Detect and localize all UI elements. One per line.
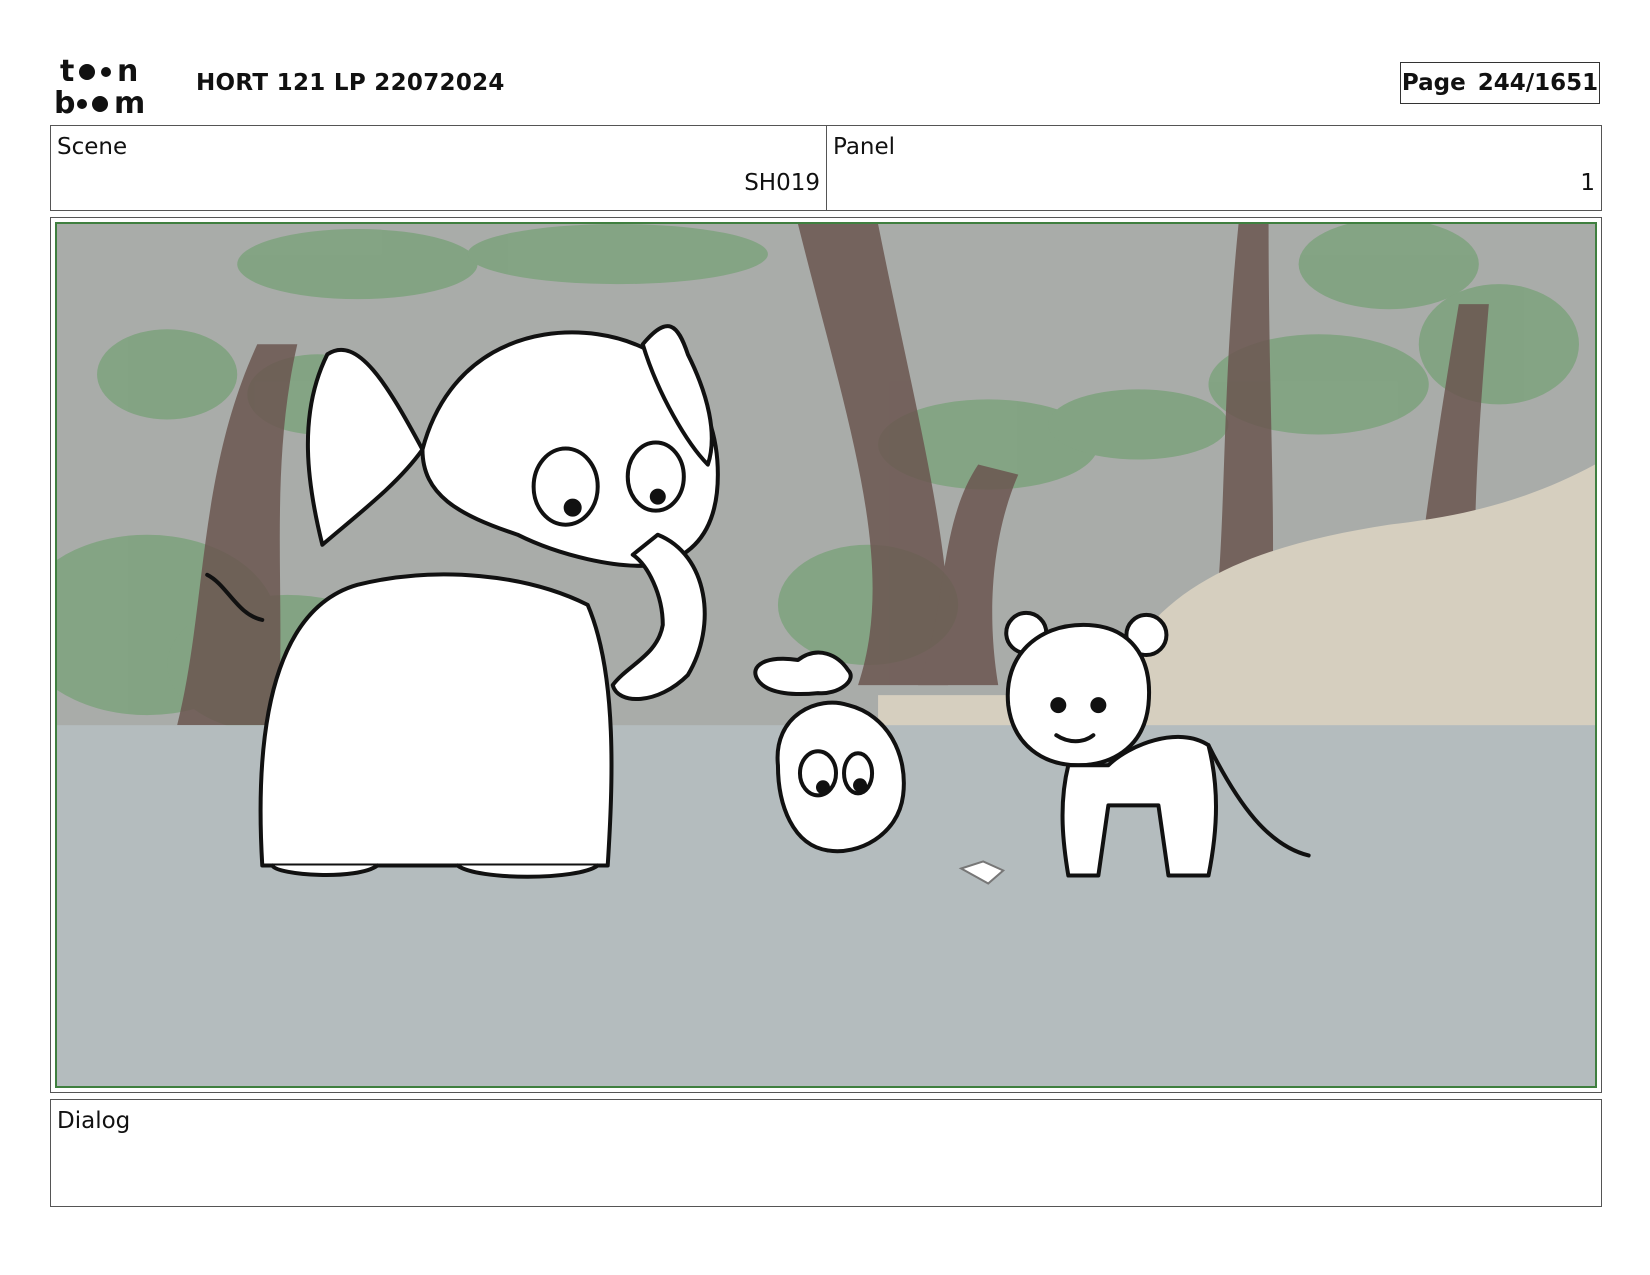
- scene-cell: Scene SH019: [51, 126, 827, 210]
- document-title: HORT 121 LP 22072024: [196, 70, 505, 96]
- toon-boom-logo: t n b m: [54, 55, 145, 117]
- panel-cell: Panel 1: [827, 126, 1601, 210]
- svg-text:m: m: [114, 86, 145, 117]
- dialog-section: Dialog: [50, 1099, 1602, 1207]
- page-number: 244/1651: [1477, 70, 1599, 96]
- svg-text:b: b: [54, 86, 75, 117]
- scene-panel-info: Scene SH019 Panel 1: [50, 125, 1602, 211]
- panel-value: 1: [1580, 170, 1595, 196]
- scene-value: SH019: [744, 170, 820, 196]
- storyboard-image: [55, 222, 1597, 1088]
- dialog-label: Dialog: [57, 1108, 131, 1134]
- svg-text:n: n: [117, 55, 138, 89]
- panel-label: Panel: [833, 134, 896, 160]
- jungle-scene-illustration: [57, 224, 1595, 1086]
- scene-label: Scene: [57, 134, 128, 160]
- page-indicator: Page 244/1651: [1400, 62, 1600, 104]
- page-label: Page: [1401, 70, 1466, 96]
- storyboard-frame: [50, 217, 1602, 1093]
- svg-text:t: t: [60, 55, 74, 89]
